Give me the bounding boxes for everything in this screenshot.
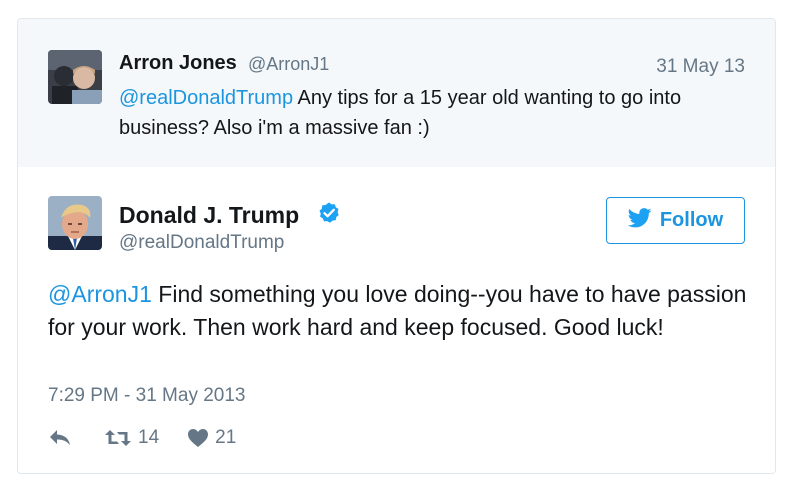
parent-tweet-text: @realDonaldTrump Any tips for a 15 year … xyxy=(119,83,739,143)
verified-icon xyxy=(317,201,341,225)
reply-button[interactable] xyxy=(48,428,72,448)
retweet-icon xyxy=(104,428,132,448)
like-count: 21 xyxy=(215,427,237,448)
like-button[interactable]: 21 xyxy=(187,427,236,449)
reply-icon xyxy=(48,428,72,448)
parent-author-avatar[interactable] xyxy=(48,50,102,104)
parent-tweet[interactable]: Arron Jones @ArronJ1 31 May 13 @realDona… xyxy=(18,19,775,167)
heart-icon xyxy=(187,428,209,448)
main-author-name[interactable]: Donald J. Trump xyxy=(119,202,299,229)
retweet-button[interactable]: 14 xyxy=(104,427,159,449)
main-mention-link[interactable]: @ArronJ1 xyxy=(48,281,152,307)
parent-author-handle[interactable]: @ArronJ1 xyxy=(248,54,329,75)
follow-button[interactable]: Follow xyxy=(606,197,745,244)
tweet-embed-card: Arron Jones @ArronJ1 31 May 13 @realDona… xyxy=(17,18,776,474)
main-author-handle[interactable]: @realDonaldTrump xyxy=(119,232,284,254)
parent-mention-link[interactable]: @realDonaldTrump xyxy=(119,87,293,109)
tweet-actions: 14 21 xyxy=(48,425,236,451)
parent-author-name[interactable]: Arron Jones xyxy=(119,52,237,75)
parent-text-line2: business? Also i'm a massive fan :) xyxy=(119,117,430,139)
retweet-count: 14 xyxy=(138,427,160,448)
main-author-avatar[interactable] xyxy=(48,196,102,250)
main-tweet-text: @ArronJ1 Find something you love doing--… xyxy=(48,278,758,344)
parent-text-line1: Any tips for a 15 year old wanting to go… xyxy=(293,87,682,109)
follow-label: Follow xyxy=(659,209,724,231)
tweet-timestamp[interactable]: 7:29 PM - 31 May 2013 xyxy=(48,385,246,407)
parent-tweet-date[interactable]: 31 May 13 xyxy=(656,56,745,78)
twitter-bird-icon xyxy=(627,207,652,234)
main-tweet-body: Find something you love doing--you have … xyxy=(48,281,747,340)
